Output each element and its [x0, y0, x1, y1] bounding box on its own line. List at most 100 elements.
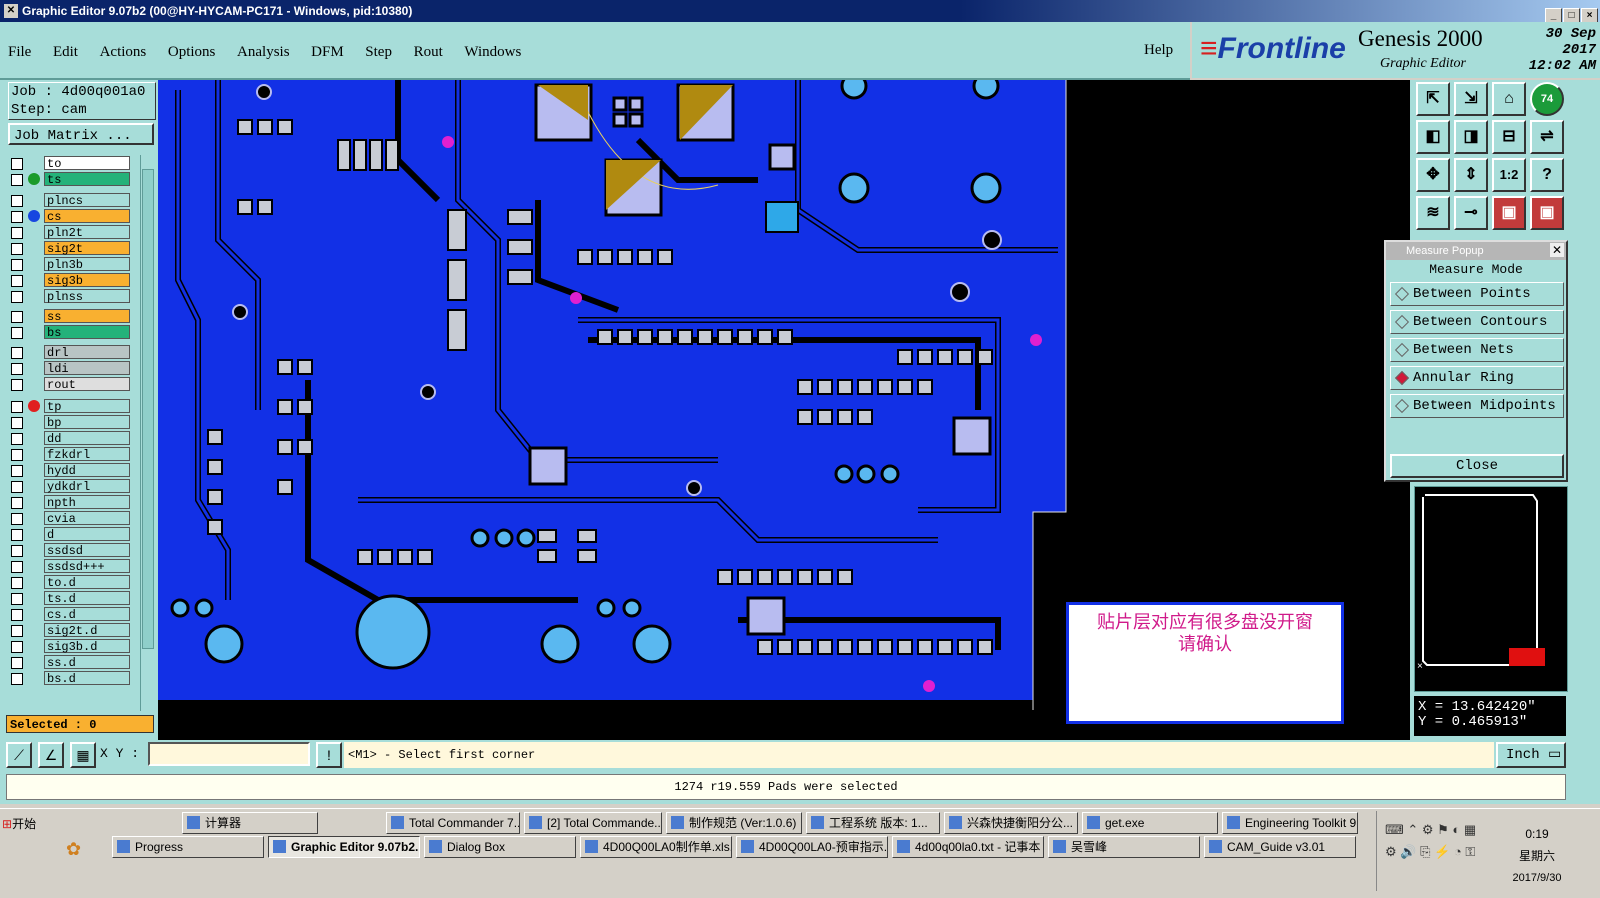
layer-checkbox[interactable]: [11, 577, 23, 589]
layer-checkbox[interactable]: [11, 291, 23, 303]
layer-name[interactable]: bs: [44, 325, 130, 340]
layer-name[interactable]: plncs: [44, 193, 130, 208]
layer-checkbox[interactable]: [11, 449, 23, 461]
layer-name[interactable]: pln3b: [44, 257, 130, 272]
menu-edit[interactable]: Edit: [53, 44, 78, 61]
measure-icon[interactable]: ⊸: [1454, 196, 1488, 230]
layer-name[interactable]: sig3b.d: [44, 639, 130, 654]
layer-row-ydkdrl[interactable]: ydkdrl: [8, 479, 138, 494]
start-button[interactable]: ⊞开始: [2, 813, 52, 835]
taskbar-button[interactable]: 工程系统 版本: 1...: [806, 812, 940, 834]
layer-name[interactable]: ts: [44, 172, 130, 187]
layer-row-ssdsd---[interactable]: ssdsd+++: [8, 559, 138, 574]
xy-input[interactable]: [148, 742, 310, 766]
layer-scrollbar[interactable]: [140, 155, 155, 711]
layer-checkbox[interactable]: [11, 497, 23, 509]
snap-mode-icon[interactable]: ⟋: [6, 742, 32, 768]
menu-rout[interactable]: Rout: [414, 44, 443, 61]
layer-name[interactable]: plnss: [44, 289, 130, 304]
layer-name[interactable]: rout: [44, 377, 130, 392]
layer-name[interactable]: sig3b: [44, 273, 130, 288]
layer-name[interactable]: to.d: [44, 575, 130, 590]
layer-checkbox[interactable]: [11, 465, 23, 477]
taskbar-button[interactable]: CAM_Guide v3.01: [1204, 836, 1356, 858]
menu-windows[interactable]: Windows: [464, 44, 521, 61]
badge-icon[interactable]: 74: [1530, 82, 1564, 116]
taskbar-button[interactable]: 计算器: [182, 812, 318, 834]
help-icon[interactable]: ?: [1530, 158, 1564, 192]
taskbar-button[interactable]: Engineering Toolkit 9...: [1222, 812, 1358, 834]
taskbar-button[interactable]: get.exe: [1082, 812, 1218, 834]
layer-name[interactable]: ts.d: [44, 591, 130, 606]
layer-checkbox[interactable]: [11, 211, 23, 223]
layer-row-to[interactable]: to: [8, 156, 138, 171]
layer-name[interactable]: ldi: [44, 361, 130, 376]
layer-name[interactable]: ss.d: [44, 655, 130, 670]
taskbar-button[interactable]: 4D00Q00LA0-预审指示...: [736, 836, 888, 858]
scale-icon[interactable]: 1:2: [1492, 158, 1526, 192]
layer-checkbox[interactable]: [11, 347, 23, 359]
taskbar-button[interactable]: Total Commander 7....: [386, 812, 520, 834]
layer-row-sig2t-d[interactable]: sig2t.d: [8, 623, 138, 638]
layer-name[interactable]: sig2t: [44, 241, 130, 256]
layer-name[interactable]: drl: [44, 345, 130, 360]
layer-row-pln2t[interactable]: pln2t: [8, 225, 138, 240]
layer-checkbox[interactable]: [11, 363, 23, 375]
menu-step[interactable]: Step: [365, 44, 392, 61]
zoom-out-icon[interactable]: ⇲: [1454, 82, 1488, 116]
layer-row-sig3b[interactable]: sig3b: [8, 273, 138, 288]
layer-row-dd[interactable]: dd: [8, 431, 138, 446]
angle-mode-icon[interactable]: ∠: [38, 742, 64, 768]
layer-row-bs[interactable]: bs: [8, 325, 138, 340]
clock[interactable]: 0:19 星期六 2017/9/30: [1497, 823, 1577, 889]
layer-row-hydd[interactable]: hydd: [8, 463, 138, 478]
layer-checkbox[interactable]: [11, 433, 23, 445]
layer-row-d[interactable]: d: [8, 527, 138, 542]
zoom-home-icon[interactable]: ⇱: [1416, 82, 1450, 116]
layer-name[interactable]: npth: [44, 495, 130, 510]
menu-actions[interactable]: Actions: [100, 44, 147, 61]
menu-options[interactable]: Options: [168, 44, 216, 61]
layer-row-to-d[interactable]: to.d: [8, 575, 138, 590]
layer-name[interactable]: ssdsd+++: [44, 559, 130, 574]
layer-checkbox[interactable]: [11, 641, 23, 653]
measure-option-between-contours[interactable]: Between Contours: [1390, 310, 1564, 334]
layer-name[interactable]: pln2t: [44, 225, 130, 240]
layer-name[interactable]: hydd: [44, 463, 130, 478]
layer-checkbox[interactable]: [11, 174, 23, 186]
layer-checkbox[interactable]: [11, 158, 23, 170]
layer-checkbox[interactable]: [11, 609, 23, 621]
layer-row-cs-d[interactable]: cs.d: [8, 607, 138, 622]
layer-checkbox[interactable]: [11, 625, 23, 637]
job-matrix-button[interactable]: Job Matrix ...: [8, 123, 154, 145]
measure-option-between-midpoints[interactable]: Between Midpoints: [1390, 394, 1564, 418]
layer-checkbox[interactable]: [11, 195, 23, 207]
layer-name[interactable]: bs.d: [44, 671, 130, 686]
zoom-left-icon[interactable]: ◧: [1416, 120, 1450, 154]
measure-option-between-nets[interactable]: Between Nets: [1390, 338, 1564, 362]
taskbar-button[interactable]: 4D00Q00LA0制作单.xls...: [580, 836, 732, 858]
graphic-canvas[interactable]: 贴片层对应有很多盘没开窗 请确认: [158, 80, 1410, 740]
popup-close-icon[interactable]: ✕: [1550, 243, 1564, 257]
layer-row-plnss[interactable]: plnss: [8, 289, 138, 304]
grid-icon[interactable]: ▦: [70, 742, 96, 768]
menu-help[interactable]: Help: [1144, 42, 1173, 59]
layer-row-ts[interactable]: ts: [8, 172, 138, 187]
layer-row-sig2t[interactable]: sig2t: [8, 241, 138, 256]
taskbar-button[interactable]: Graphic Editor 9.07b2...: [268, 836, 420, 858]
layer-row-rout[interactable]: rout: [8, 377, 138, 392]
layer-row-plncs[interactable]: plncs: [8, 193, 138, 208]
taskbar-button[interactable]: 兴森快捷衡阳分公...: [944, 812, 1078, 834]
layer-checkbox[interactable]: [11, 481, 23, 493]
layer-row-ss[interactable]: ss: [8, 309, 138, 324]
layer-row-fzkdrl[interactable]: fzkdrl: [8, 447, 138, 462]
layer-checkbox[interactable]: [11, 561, 23, 573]
layer-row-tp[interactable]: tp: [8, 399, 138, 414]
layer-row-ldi[interactable]: ldi: [8, 361, 138, 376]
arrow-icon[interactable]: ⇌: [1530, 120, 1564, 154]
layer-red-icon[interactable]: ▣: [1492, 196, 1526, 230]
layer-row-bp[interactable]: bp: [8, 415, 138, 430]
layer-row-drl[interactable]: drl: [8, 345, 138, 360]
taskbar-button[interactable]: Dialog Box: [424, 836, 576, 858]
units-button[interactable]: Inch ▭: [1496, 742, 1566, 768]
